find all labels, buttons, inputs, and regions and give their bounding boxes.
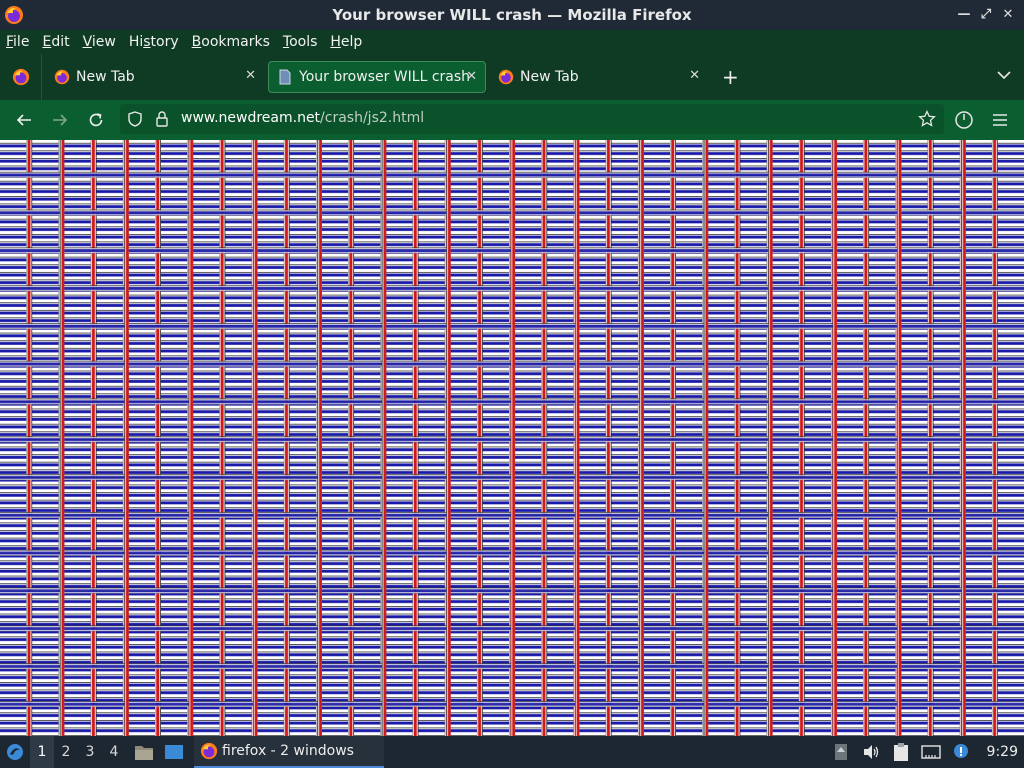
new-tab-button[interactable]: + — [722, 65, 739, 89]
speaker-icon — [863, 745, 878, 759]
firefox-icon — [54, 69, 70, 85]
arrow-right-icon — [53, 114, 68, 126]
menu-accelerator: B — [191, 34, 202, 50]
firefox-view-button[interactable] — [0, 54, 42, 100]
tray-volume[interactable] — [859, 740, 883, 764]
url-text[interactable]: www.newdream.net/crash/js2.html — [181, 110, 424, 126]
file-manager-launcher[interactable] — [132, 740, 156, 764]
firefox-icon — [5, 6, 23, 24]
url-path: /crash/js2.html — [320, 110, 425, 126]
page-icon — [279, 69, 291, 85]
workspace-3[interactable]: 3 — [78, 736, 102, 768]
firefox-icon — [200, 742, 218, 760]
tray-updates[interactable] — [829, 740, 853, 764]
menu-accelerator: H — [330, 34, 341, 50]
minimize-button[interactable]: — — [954, 4, 974, 24]
tab-strip: New Tab ✕ Your browser WILL crash ✕ New … — [0, 54, 1024, 100]
desktop-launcher[interactable] — [162, 740, 186, 764]
workspace-1[interactable]: 1 — [30, 736, 54, 768]
tab-new-tab-1[interactable]: New Tab ✕ — [46, 61, 264, 93]
restore-button[interactable]: ⤢ — [976, 4, 996, 24]
taskbar-firefox-item[interactable]: firefox - 2 windows — [194, 736, 384, 768]
lock-icon[interactable] — [154, 110, 170, 128]
menu-accelerator: F — [6, 34, 14, 50]
account-button[interactable] — [948, 104, 980, 136]
clock[interactable]: 9:29 — [987, 744, 1018, 760]
menu-edit[interactable]: Edit — [42, 34, 69, 50]
folder-icon — [135, 746, 153, 760]
tab-new-tab-2[interactable]: New Tab ✕ — [490, 61, 708, 93]
tab-label: Your browser WILL crash — [299, 69, 471, 85]
workspace-4[interactable]: 4 — [102, 736, 126, 768]
nav-bar: www.newdream.net/crash/js2.html — [0, 100, 1024, 140]
back-button[interactable] — [6, 104, 42, 136]
menu-tools[interactable]: Tools — [283, 34, 318, 50]
arrow-left-icon — [16, 114, 31, 126]
workspace-2[interactable]: 2 — [54, 736, 78, 768]
close-tab-icon[interactable]: ✕ — [689, 68, 700, 83]
info-icon — [953, 744, 968, 758]
close-window-button[interactable]: ✕ — [998, 4, 1018, 24]
menu-file[interactable]: File — [6, 34, 29, 50]
page-content-pattern[interactable] — [0, 140, 1024, 736]
url-bar[interactable]: www.newdream.net/crash/js2.html — [120, 104, 944, 134]
pattern-vertical-bands — [0, 140, 1024, 736]
upload-icon — [834, 744, 847, 760]
tab-your-browser-will-crash[interactable]: Your browser WILL crash ✕ — [268, 61, 486, 93]
star-icon[interactable] — [918, 110, 936, 128]
menu-bar: File Edit View History Bookmarks Tools H… — [0, 30, 1024, 54]
power-icon — [955, 111, 973, 129]
tray-clipboard[interactable] — [889, 740, 913, 764]
task-label: firefox - 2 windows — [222, 743, 354, 759]
close-tab-icon[interactable]: ✕ — [466, 69, 477, 84]
menu-accelerator: E — [42, 34, 52, 50]
tab-label: New Tab — [520, 69, 579, 85]
reload-button[interactable] — [78, 104, 114, 136]
window-titlebar: Your browser WILL crash — Mozilla Firefo… — [0, 0, 1024, 30]
url-domain: www.newdream.net — [181, 110, 321, 126]
forward-button[interactable] — [42, 104, 78, 136]
window-title: Your browser WILL crash — Mozilla Firefo… — [332, 6, 692, 24]
distro-logo-icon — [7, 744, 23, 760]
tray-network[interactable] — [919, 740, 943, 764]
window-controls: — ⤢ ✕ — [954, 4, 1018, 24]
menu-accelerator: T — [282, 34, 290, 50]
firefox-icon — [498, 69, 514, 85]
menu-help[interactable]: Help — [330, 34, 362, 50]
taskbar: 1 2 3 4 firefox - 2 windows 9:29 — [0, 736, 1024, 768]
hamburger-menu-icon — [993, 114, 1007, 126]
start-menu-button[interactable] — [0, 736, 30, 768]
app-menu-button[interactable] — [984, 104, 1016, 136]
network-icon — [920, 745, 941, 759]
clipboard-icon — [893, 743, 908, 761]
tab-label: New Tab — [76, 69, 135, 85]
system-tray: 9:29 — [829, 736, 1024, 768]
menu-history[interactable]: History — [129, 34, 179, 50]
menu-bookmarks[interactable]: Bookmarks — [192, 34, 270, 50]
tray-notifications[interactable] — [949, 740, 973, 764]
chevron-down-icon[interactable] — [996, 67, 1012, 83]
menu-accelerator: s — [143, 34, 151, 50]
menu-accelerator: V — [82, 34, 92, 50]
shield-icon[interactable] — [126, 110, 144, 128]
menu-view[interactable]: View — [83, 34, 116, 50]
reload-icon — [89, 113, 103, 127]
desktop-icon — [165, 745, 183, 759]
close-tab-icon[interactable]: ✕ — [245, 68, 256, 83]
firefox-icon — [12, 68, 29, 86]
